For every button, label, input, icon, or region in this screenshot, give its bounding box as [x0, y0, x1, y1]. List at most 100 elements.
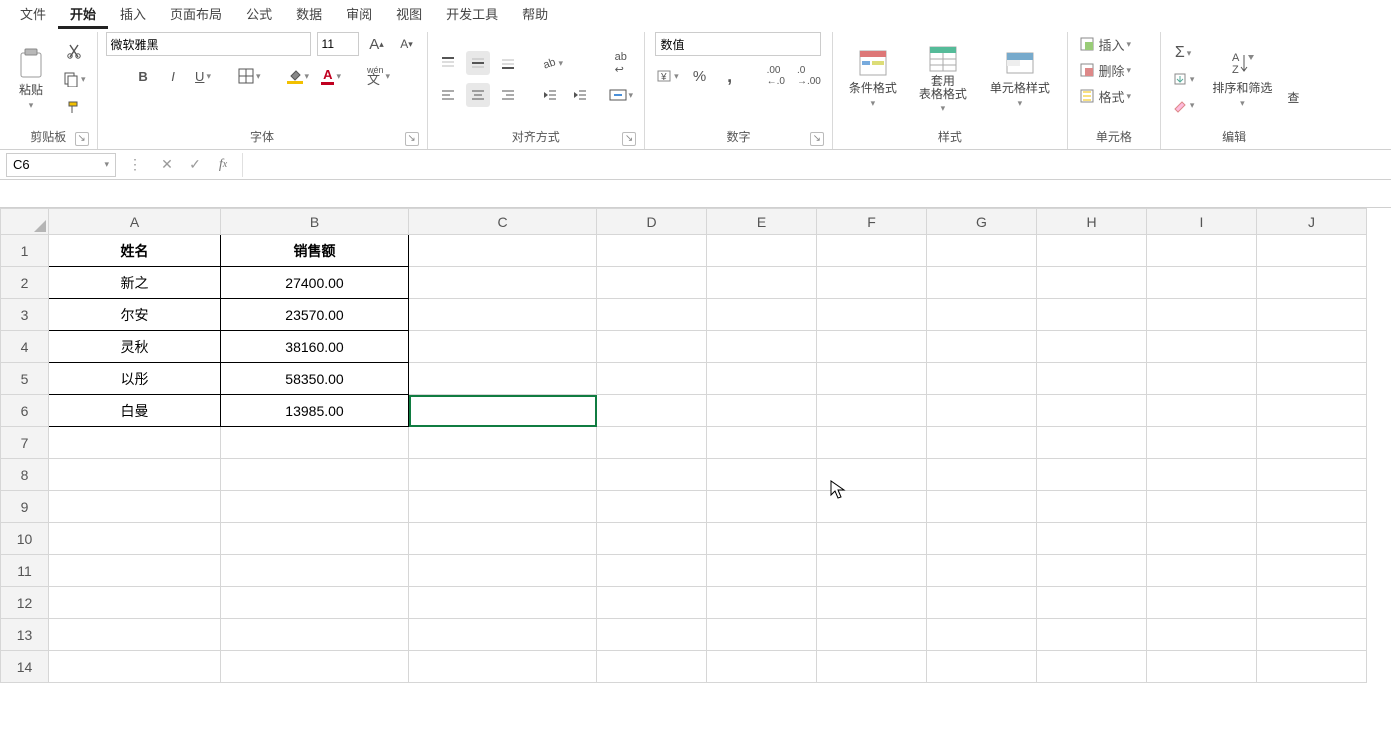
cell-E3[interactable]: [707, 299, 817, 331]
cell-E6[interactable]: [707, 395, 817, 427]
fill-color-button[interactable]: ▾: [284, 64, 313, 88]
cell-D3[interactable]: [597, 299, 707, 331]
cell-D6[interactable]: [597, 395, 707, 427]
cell-B6[interactable]: 13985.00: [221, 395, 409, 427]
cell-B8[interactable]: [221, 459, 409, 491]
cell-D1[interactable]: [597, 235, 707, 267]
cell-J1[interactable]: [1257, 235, 1367, 267]
row-header-13[interactable]: 13: [1, 619, 49, 651]
cell-I8[interactable]: [1147, 459, 1257, 491]
cell-D13[interactable]: [597, 619, 707, 651]
cell-F2[interactable]: [817, 267, 927, 299]
cell-E4[interactable]: [707, 331, 817, 363]
cell-C6[interactable]: [409, 395, 597, 427]
cell-B9[interactable]: [221, 491, 409, 523]
cell-I6[interactable]: [1147, 395, 1257, 427]
menu-tab-4[interactable]: 公式: [234, 0, 284, 26]
cell-J12[interactable]: [1257, 587, 1367, 619]
cell-I5[interactable]: [1147, 363, 1257, 395]
cell-D12[interactable]: [597, 587, 707, 619]
cell-D10[interactable]: [597, 523, 707, 555]
cell-B2[interactable]: 27400.00: [221, 267, 409, 299]
cell-E7[interactable]: [707, 427, 817, 459]
cell-I3[interactable]: [1147, 299, 1257, 331]
cell-I1[interactable]: [1147, 235, 1257, 267]
cell-A13[interactable]: [49, 619, 221, 651]
cell-C13[interactable]: [409, 619, 597, 651]
menu-tab-7[interactable]: 视图: [384, 0, 434, 26]
cell-E10[interactable]: [707, 523, 817, 555]
cell-H13[interactable]: [1037, 619, 1147, 651]
cell-styles-button[interactable]: 单元格样式▾: [981, 37, 1059, 121]
increase-decimal-button[interactable]: .00←.0: [764, 64, 788, 88]
row-header-9[interactable]: 9: [1, 491, 49, 523]
cell-F12[interactable]: [817, 587, 927, 619]
enter-formula-button[interactable]: ✓: [182, 153, 208, 177]
cell-H2[interactable]: [1037, 267, 1147, 299]
cancel-formula-button[interactable]: ✕: [154, 153, 180, 177]
accounting-format-button[interactable]: ¥▾: [653, 64, 682, 88]
cell-I2[interactable]: [1147, 267, 1257, 299]
column-header-F[interactable]: F: [817, 209, 927, 235]
menu-tab-6[interactable]: 审阅: [334, 0, 384, 26]
row-header-10[interactable]: 10: [1, 523, 49, 555]
cell-D7[interactable]: [597, 427, 707, 459]
cell-G11[interactable]: [927, 555, 1037, 587]
italic-button[interactable]: I: [161, 64, 185, 88]
percent-button[interactable]: %: [688, 64, 712, 88]
cell-E5[interactable]: [707, 363, 817, 395]
cell-F1[interactable]: [817, 235, 927, 267]
merge-center-button[interactable]: ▾: [606, 83, 637, 107]
cell-J14[interactable]: [1257, 651, 1367, 683]
sort-filter-button[interactable]: AZ 排序和筛选▾: [1203, 37, 1281, 121]
row-header-11[interactable]: 11: [1, 555, 49, 587]
cell-H11[interactable]: [1037, 555, 1147, 587]
cell-A8[interactable]: [49, 459, 221, 491]
cell-C11[interactable]: [409, 555, 597, 587]
format-as-table-button[interactable]: 套用 表格格式▾: [911, 37, 975, 121]
column-header-A[interactable]: A: [49, 209, 221, 235]
cell-G12[interactable]: [927, 587, 1037, 619]
cell-G2[interactable]: [927, 267, 1037, 299]
column-header-D[interactable]: D: [597, 209, 707, 235]
cell-A12[interactable]: [49, 587, 221, 619]
cell-J6[interactable]: [1257, 395, 1367, 427]
cell-D8[interactable]: [597, 459, 707, 491]
cell-G6[interactable]: [927, 395, 1037, 427]
row-header-14[interactable]: 14: [1, 651, 49, 683]
cell-F4[interactable]: [817, 331, 927, 363]
cell-A4[interactable]: 灵秋: [49, 331, 221, 363]
number-format-select[interactable]: [655, 32, 821, 56]
conditional-formatting-button[interactable]: 条件格式▾: [841, 37, 905, 121]
cell-I14[interactable]: [1147, 651, 1257, 683]
cut-button[interactable]: [60, 39, 89, 63]
cell-E2[interactable]: [707, 267, 817, 299]
cell-J9[interactable]: [1257, 491, 1367, 523]
menu-tab-1[interactable]: 开始: [58, 0, 108, 29]
align-middle-button[interactable]: [466, 51, 490, 75]
cell-C5[interactable]: [409, 363, 597, 395]
cell-F13[interactable]: [817, 619, 927, 651]
cell-C12[interactable]: [409, 587, 597, 619]
column-header-H[interactable]: H: [1037, 209, 1147, 235]
cell-E1[interactable]: [707, 235, 817, 267]
cell-I11[interactable]: [1147, 555, 1257, 587]
cell-B1[interactable]: 销售额: [221, 235, 409, 267]
cell-J7[interactable]: [1257, 427, 1367, 459]
insert-function-button[interactable]: fx: [210, 153, 236, 177]
cell-G7[interactable]: [927, 427, 1037, 459]
cell-F10[interactable]: [817, 523, 927, 555]
decrease-decimal-button[interactable]: .0→.00: [794, 64, 824, 88]
cell-E12[interactable]: [707, 587, 817, 619]
clear-button[interactable]: ▾: [1169, 93, 1198, 117]
cell-D14[interactable]: [597, 651, 707, 683]
menu-tab-3[interactable]: 页面布局: [158, 0, 234, 26]
align-left-button[interactable]: [436, 83, 460, 107]
cell-I4[interactable]: [1147, 331, 1257, 363]
cell-B11[interactable]: [221, 555, 409, 587]
column-header-J[interactable]: J: [1257, 209, 1367, 235]
cell-A11[interactable]: [49, 555, 221, 587]
cell-H12[interactable]: [1037, 587, 1147, 619]
column-header-I[interactable]: I: [1147, 209, 1257, 235]
cell-G13[interactable]: [927, 619, 1037, 651]
